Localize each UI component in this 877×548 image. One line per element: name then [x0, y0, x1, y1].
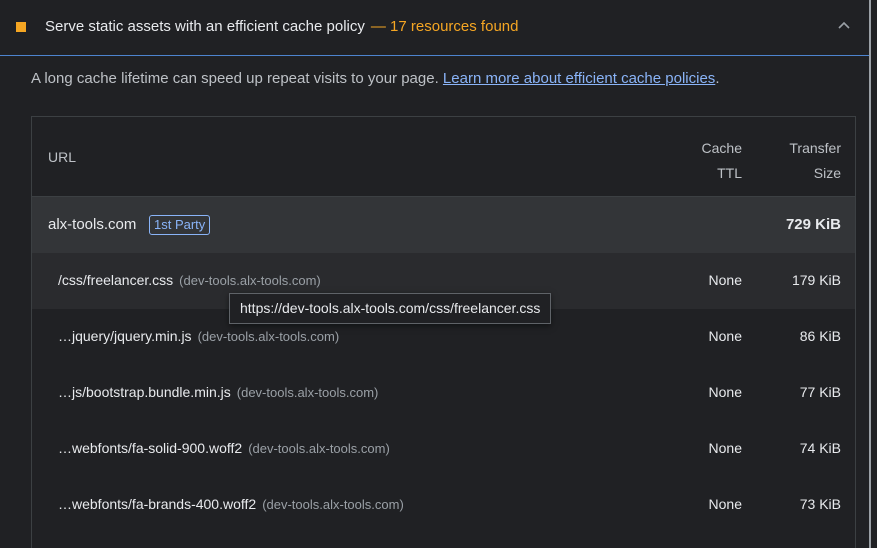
resources-table: URL Cache TTL Transfer Size alx-tools.co…	[31, 116, 856, 548]
description-trailing: .	[715, 70, 720, 87]
entity-group-row: alx-tools.com 1st Party 729 KiB	[32, 197, 855, 253]
column-header-cache-ttl-line1: Cache	[701, 140, 742, 156]
resource-cache-ttl: None	[708, 496, 742, 512]
audit-summary: — 17 resources found	[370, 18, 519, 35]
description-text: A long cache lifetime can speed up repea…	[31, 70, 443, 87]
column-header-cache-ttl-line2: TTL	[717, 165, 742, 181]
resource-host: (dev-tools.alx-tools.com)	[248, 441, 390, 456]
audit-header[interactable]: Serve static assets with an efficient ca…	[0, 0, 869, 56]
resource-transfer-size: 77 KiB	[799, 384, 841, 400]
resource-cache-ttl: None	[708, 328, 742, 344]
resource-url[interactable]: …jquery/jquery.min.js (dev-tools.alx-tool…	[58, 328, 339, 344]
resource-path: …webfonts/fa-brands-400.woff2	[58, 496, 257, 512]
resource-url[interactable]: …webfonts/fa-brands-400.woff2 (dev-tools.…	[58, 496, 404, 512]
column-header-size-line2: Size	[813, 165, 841, 181]
first-party-badge: 1st Party	[149, 215, 211, 235]
resource-url[interactable]: …webfonts/fa-solid-900.woff2 (dev-tools.a…	[58, 440, 390, 456]
resource-path: /css/freelancer.css	[58, 272, 174, 288]
fail-square-icon	[16, 22, 26, 32]
entity-total-size: 729 KiB	[785, 216, 841, 233]
url-tooltip: https://dev-tools.alx-tools.com/css/free…	[229, 293, 552, 324]
learn-more-link[interactable]: Learn more about efficient cache policie…	[443, 70, 715, 87]
table-row: …js/bootstrap.bundle.min.js (dev-tools.al…	[32, 365, 855, 421]
table-row: …webfonts/fa-brands-400.woff2 (dev-tools.…	[32, 477, 855, 533]
resource-transfer-size: 86 KiB	[799, 328, 841, 344]
resource-cache-ttl: None	[708, 384, 742, 400]
resource-host: (dev-tools.alx-tools.com)	[262, 497, 404, 512]
audit-description: A long cache lifetime can speed up repea…	[31, 70, 719, 87]
resource-url[interactable]: /css/freelancer.css (dev-tools.alx-tools.…	[58, 272, 321, 288]
table-header: URL Cache TTL Transfer Size	[32, 117, 855, 197]
column-header-cache-ttl: Cache TTL	[702, 136, 742, 186]
resource-transfer-size: 74 KiB	[799, 440, 841, 456]
resource-host: (dev-tools.alx-tools.com)	[179, 273, 321, 288]
resource-url[interactable]: …js/bootstrap.bundle.min.js (dev-tools.al…	[58, 384, 378, 400]
entity-name: alx-tools.com	[48, 216, 137, 233]
resource-host: (dev-tools.alx-tools.com)	[197, 329, 340, 344]
audit-title[interactable]: Serve static assets with an efficient ca…	[45, 18, 518, 35]
audit-title-text: Serve static assets with an efficient ca…	[45, 18, 365, 35]
resource-host: (dev-tools.alx-tools.com)	[236, 385, 379, 400]
column-header-transfer-size: Transfer Size	[789, 136, 841, 186]
resource-path: …js/bootstrap.bundle.min.js	[58, 384, 231, 400]
resource-cache-ttl: None	[708, 272, 742, 288]
resource-transfer-size: 73 KiB	[799, 496, 841, 512]
resource-transfer-size: 179 KiB	[791, 272, 841, 288]
lighthouse-audit-panel: Serve static assets with an efficient ca…	[0, 0, 871, 548]
resource-path: …webfonts/fa-solid-900.woff2	[58, 440, 243, 456]
chevron-up-icon[interactable]	[837, 18, 851, 32]
resource-cache-ttl: None	[708, 440, 742, 456]
column-header-size-line1: Transfer	[789, 140, 841, 156]
resource-path: …jquery/jquery.min.js	[58, 328, 192, 344]
column-header-url: URL	[48, 149, 77, 165]
table-row: …webfonts/fa-solid-900.woff2 (dev-tools.a…	[32, 421, 855, 477]
